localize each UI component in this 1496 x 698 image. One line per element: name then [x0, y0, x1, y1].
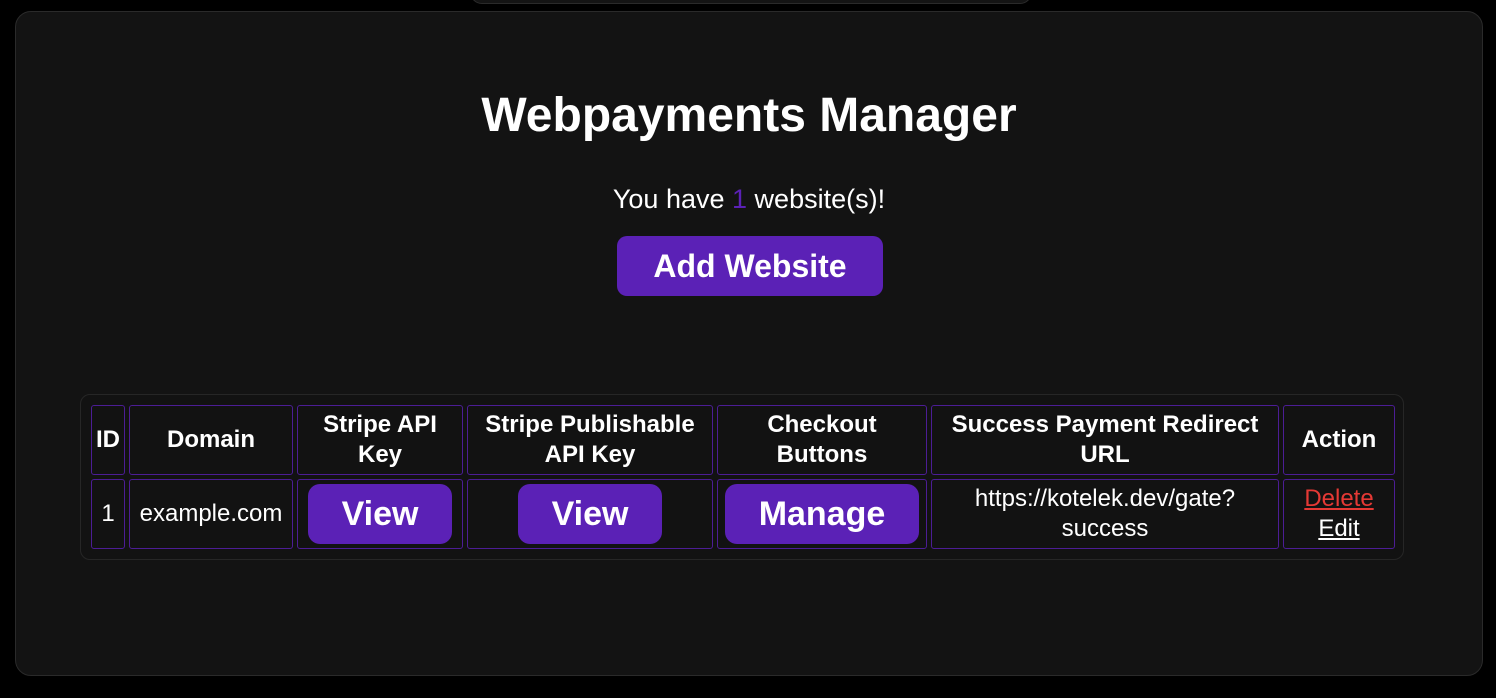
cell-stripe-publishable-key: View: [467, 479, 713, 549]
websites-table: ID Domain Stripe API Key Stripe Publisha…: [87, 401, 1399, 553]
delete-link[interactable]: Delete: [1288, 484, 1390, 514]
table-row: 1 example.com View View Manage https://k…: [91, 479, 1395, 549]
header-redirect-url: Success Payment Redirect URL: [931, 405, 1279, 475]
add-website-button[interactable]: Add Website: [617, 236, 883, 296]
cell-action: Delete Edit: [1283, 479, 1395, 549]
cell-domain: example.com: [129, 479, 293, 549]
main-panel: Webpayments Manager You have 1 website(s…: [15, 11, 1483, 676]
count-prefix: You have: [612, 184, 733, 214]
header-checkout-buttons: Checkout Buttons: [717, 405, 927, 475]
header-action: Action: [1283, 405, 1395, 475]
edit-link[interactable]: Edit: [1288, 514, 1390, 544]
header-domain: Domain: [129, 405, 293, 475]
website-count-text: You have 1 website(s)!: [16, 182, 1482, 216]
count-suffix: website(s)!: [747, 184, 886, 214]
header-stripe-api-key: Stripe API Key: [297, 405, 463, 475]
header-id: ID: [91, 405, 125, 475]
websites-table-container: ID Domain Stripe API Key Stripe Publisha…: [80, 394, 1404, 560]
view-publishable-key-button[interactable]: View: [518, 484, 662, 544]
website-count: 1: [732, 184, 748, 214]
cell-redirect-url: https://kotelek.dev/gate?success: [931, 479, 1279, 549]
manage-checkout-buttons-button[interactable]: Manage: [725, 484, 919, 544]
header-stripe-publishable-key: Stripe Publishable API Key: [467, 405, 713, 475]
cell-checkout-buttons: Manage: [717, 479, 927, 549]
cell-stripe-api-key: View: [297, 479, 463, 549]
page-title: Webpayments Manager: [481, 89, 1017, 142]
view-stripe-api-key-button[interactable]: View: [308, 484, 452, 544]
cell-id: 1: [91, 479, 125, 549]
table-header-row: ID Domain Stripe API Key Stripe Publisha…: [91, 405, 1395, 475]
top-tab-edge: [470, 0, 1032, 4]
